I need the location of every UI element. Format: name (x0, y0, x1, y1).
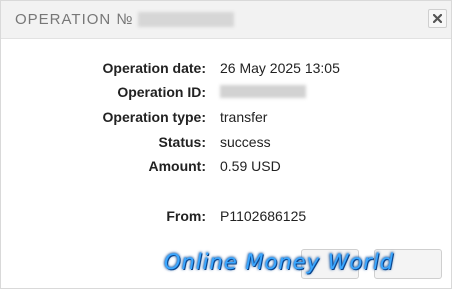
redacted-operation-number (138, 12, 234, 27)
dialog-header: OPERATION № (1, 1, 451, 39)
status-label: Status: (158, 134, 206, 150)
operation-date-label: Operation date: (102, 60, 206, 76)
amount-value: 0.59 USD (220, 158, 281, 174)
close-x-icon (433, 14, 442, 23)
operation-dialog: OPERATION № Operation date: 26 May 2025 … (0, 0, 452, 289)
from-label: From: (166, 208, 206, 224)
dialog-title: OPERATION № (15, 11, 134, 28)
from-value: P1102686125 (220, 208, 307, 224)
close-button[interactable] (428, 9, 447, 28)
operation-type-value: transfer (220, 109, 268, 125)
status-value: success (220, 134, 271, 150)
operation-date-value: 26 May 2025 13:05 (220, 60, 340, 76)
operation-id-label: Operation ID: (117, 84, 206, 100)
amount-label: Amount: (148, 158, 206, 174)
redacted-operation-id (220, 85, 306, 98)
operation-type-label: Operation type: (102, 109, 206, 125)
watermark-text: Online Money World (164, 250, 395, 274)
